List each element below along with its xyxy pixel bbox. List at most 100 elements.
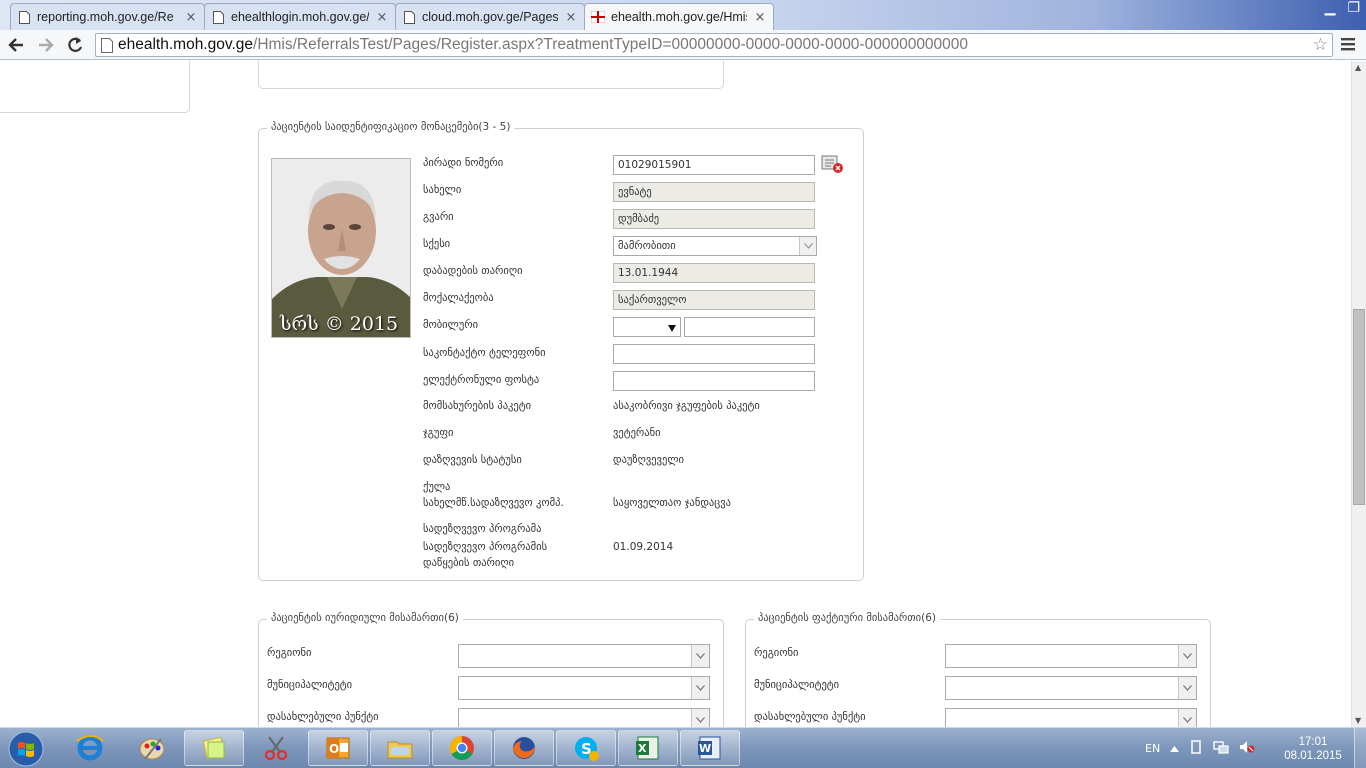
- previous-section-box: [258, 61, 724, 89]
- browser-tab-reporting[interactable]: reporting.moh.gov.ge/Re ×: [10, 3, 205, 30]
- snipping-tool-icon[interactable]: [246, 730, 306, 766]
- word-icon[interactable]: W: [680, 730, 740, 766]
- last-name-field: დუმბაძე: [613, 209, 815, 229]
- score-label: ქულა: [423, 481, 451, 493]
- mobile-label: მობილური: [423, 319, 479, 331]
- volume-muted-icon[interactable]: [1239, 740, 1255, 757]
- browser-toolbar: ehealth.moh.gov.ge/Hmis/ReferralsTest/Pa…: [0, 30, 1366, 60]
- close-icon[interactable]: ×: [184, 10, 198, 25]
- citizenship-label: მოქალაქეობა: [423, 292, 494, 304]
- section-legend: პაციენტის საიდენტიფიკაციო მონაცემები(3 -…: [267, 121, 515, 133]
- scrollbar-thumb[interactable]: [1353, 309, 1365, 505]
- personal-number-label: პირადი ნომერი: [423, 157, 504, 169]
- device-icon[interactable]: [1189, 740, 1203, 757]
- actual-region-select[interactable]: [945, 644, 1197, 668]
- gender-label: სქესი: [423, 238, 451, 250]
- file-explorer-icon[interactable]: [370, 730, 430, 766]
- legal-address-section: პაციენტის იურიდიული მისამართი(6) რეგიონი…: [258, 612, 724, 727]
- scroll-down-arrow-icon[interactable]: ▼: [1355, 716, 1361, 725]
- clock-time: 17:01: [1298, 736, 1328, 748]
- chevron-down-icon: [691, 677, 709, 699]
- sticky-notes-icon[interactable]: [184, 730, 244, 766]
- language-indicator[interactable]: EN: [1145, 742, 1160, 755]
- section-legend: პაციენტის ფაქტიური მისამართი(6): [754, 612, 940, 624]
- chevron-down-icon: [691, 645, 709, 667]
- legal-region-select[interactable]: [458, 644, 710, 668]
- chevron-down-icon: [1178, 709, 1196, 727]
- browser-tab-bar: reporting.moh.gov.ge/Re × ehealthlogin.m…: [0, 0, 1366, 30]
- mobile-prefix-select[interactable]: [613, 317, 681, 337]
- minimize-icon[interactable]: ▁: [1325, 0, 1336, 16]
- url-host: ehealth.moh.gov.ge: [118, 36, 254, 53]
- dropdown-triangle-icon: [668, 323, 676, 335]
- start-button[interactable]: [2, 728, 50, 768]
- tray-expand-icon[interactable]: [1170, 742, 1180, 755]
- forward-arrow-icon[interactable]: [35, 34, 57, 56]
- actual-settlement-select[interactable]: [945, 708, 1197, 727]
- bookmark-star-icon[interactable]: ☆: [1313, 35, 1328, 55]
- system-tray: EN: [1145, 728, 1255, 768]
- email-label: ელექტრონული ფოსტა: [423, 374, 540, 386]
- first-name-label: სახელი: [423, 184, 462, 196]
- svg-text:W: W: [699, 742, 711, 755]
- close-icon[interactable]: ×: [753, 10, 767, 25]
- menu-icon[interactable]: [1341, 37, 1355, 54]
- insurer-label: სახელმწ.სადაზღვევო კომპ.: [423, 497, 564, 509]
- reload-icon[interactable]: [64, 34, 86, 56]
- region-label: რეგიონი: [754, 647, 799, 659]
- settlement-label: დასახლებული პუნქტი: [754, 711, 866, 723]
- address-bar[interactable]: ehealth.moh.gov.ge/Hmis/ReferralsTest/Pa…: [95, 33, 1333, 57]
- card-search-icon[interactable]: [821, 155, 845, 178]
- back-arrow-icon[interactable]: [5, 34, 27, 56]
- legal-municipality-select[interactable]: [458, 676, 710, 700]
- birth-date-label: დაბადების თარიღი: [423, 265, 523, 277]
- close-icon[interactable]: ×: [564, 10, 578, 25]
- personal-number-input[interactable]: 01029015901: [613, 155, 815, 175]
- municipality-label: მუნიციპალიტეტი: [267, 679, 353, 691]
- service-package-label: მომსახურების პაკეტი: [423, 400, 532, 412]
- tab-title: ehealth.moh.gov.ge/Hmis: [611, 10, 747, 24]
- scroll-up-arrow-icon[interactable]: ▲: [1355, 63, 1361, 72]
- outlook-icon[interactable]: O: [308, 730, 368, 766]
- page-scrollbar[interactable]: ▲ ▼: [1351, 61, 1366, 727]
- page-icon: [211, 10, 225, 24]
- mobile-number-input[interactable]: [684, 317, 815, 337]
- region-label: რეგიონი: [267, 647, 312, 659]
- network-icon[interactable]: [1213, 740, 1229, 757]
- chevron-down-icon: [691, 709, 709, 727]
- contact-phone-input[interactable]: [613, 344, 815, 364]
- first-name-field: ევნატე: [613, 182, 815, 202]
- internet-explorer-icon[interactable]: [60, 730, 120, 766]
- group-label: ჯგუფი: [423, 427, 454, 439]
- program-start-label: სადეზღვევო პროგრამის დაწყების თარიღი: [423, 541, 548, 569]
- photo-watermark: სრს © 2015: [280, 313, 399, 335]
- skype-icon[interactable]: S: [556, 730, 616, 766]
- browser-tab-cloud[interactable]: cloud.moh.gov.ge/Pages/ ×: [395, 3, 585, 30]
- close-icon[interactable]: ×: [375, 10, 389, 25]
- windows-taskbar: O S X W EN 17:01 08.01.2015: [0, 727, 1366, 768]
- paint-icon[interactable]: [122, 730, 182, 766]
- svg-text:X: X: [638, 742, 647, 755]
- municipality-label: მუნიციპალიტეტი: [754, 679, 840, 691]
- excel-icon[interactable]: X: [618, 730, 678, 766]
- patient-photo: სრს © 2015: [271, 158, 411, 338]
- window-controls: ▁ ❐: [1325, 0, 1360, 16]
- firefox-icon[interactable]: [494, 730, 554, 766]
- actual-municipality-select[interactable]: [945, 676, 1197, 700]
- tab-title: reporting.moh.gov.ge/Re: [37, 10, 174, 24]
- left-side-panel: [0, 61, 190, 113]
- show-desktop-button[interactable]: [1354, 728, 1366, 768]
- taskbar-clock[interactable]: 17:01 08.01.2015: [1278, 735, 1348, 763]
- email-input[interactable]: [613, 371, 815, 391]
- url-path: /Hmis/ReferralsTest/Pages/Register.aspx?…: [253, 36, 969, 53]
- browser-tab-ehealth[interactable]: ehealth.moh.gov.ge/Hmis ×: [584, 3, 774, 30]
- restore-icon[interactable]: ❐: [1347, 0, 1360, 16]
- gender-select[interactable]: მამრობითი: [613, 236, 817, 256]
- actual-address-section: პაციენტის ფაქტიური მისამართი(6) რეგიონი …: [745, 612, 1211, 727]
- legal-settlement-select[interactable]: [458, 708, 710, 727]
- birth-date-field: 13.01.1944: [613, 263, 815, 283]
- browser-tab-ehealthlogin[interactable]: ehealthlogin.moh.gov.ge/ ×: [204, 3, 396, 30]
- page-icon: [17, 10, 31, 24]
- chrome-icon[interactable]: [432, 730, 492, 766]
- program-start-value: 01.09.2014: [613, 541, 674, 553]
